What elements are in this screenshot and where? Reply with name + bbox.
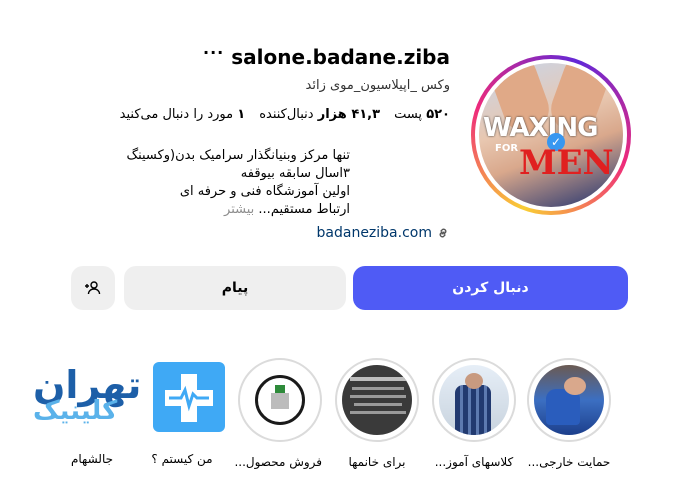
bio-line-1: تنها مرکز وبنیانگذار سرامیک بدن(وکسینگ — [126, 148, 350, 163]
add-person-icon — [85, 281, 101, 295]
avatar-text-for: FOR — [495, 143, 519, 154]
highlight-thumbnail — [534, 365, 604, 435]
highlight-thumbnail — [439, 365, 509, 435]
bio-line-4: ارتباط مستقیم... — [258, 202, 350, 217]
posts-label: پست — [394, 107, 423, 122]
stat-following[interactable]: ۱ مورد را دنبال می‌کنید — [120, 107, 246, 122]
medical-cross-icon — [153, 362, 225, 432]
profile-website-link[interactable]: badaneziba.com — [317, 225, 450, 241]
followers-label: دنبال‌کننده — [259, 107, 314, 122]
message-button[interactable]: پیام — [124, 266, 346, 310]
bio-line-2: ۳اسال سابقه بیوقفه — [240, 166, 350, 181]
website-url[interactable]: badaneziba.com — [317, 225, 432, 241]
highlight-label: کلاسهای آموز... — [434, 455, 514, 469]
highlight-thumbnail — [245, 365, 315, 435]
following-label: مورد را دنبال می‌کنید — [119, 107, 234, 122]
watermark-line-2: کلینیک — [33, 396, 118, 426]
tehran-clinic-watermark: تهران کلینیک — [15, 362, 230, 432]
following-count: ۱ — [237, 107, 246, 122]
highlight-thumbnail — [342, 365, 412, 435]
highlight-label: حمایت خارجی... — [527, 455, 611, 469]
highlight-item[interactable]: کلاسهای آموز... — [432, 358, 516, 469]
avatar-text-men: MEN — [519, 143, 614, 183]
profile-category: وکس _اپیلاسیون_موی زائد — [305, 78, 450, 93]
followers-count: ۴۱,۳ هزار — [317, 107, 381, 122]
highlight-label: من کیستم ؟ — [151, 452, 213, 466]
highlight-item[interactable]: برای خانمها — [335, 358, 419, 469]
highlight-item[interactable]: حمایت خارجی... — [527, 358, 611, 469]
follow-button[interactable]: دنبال کردن — [353, 266, 628, 310]
highlight-label: جالشهام — [70, 452, 114, 466]
ellipsis-icon[interactable]: ··· — [203, 43, 224, 62]
avatar-text-waxing: WAXING — [483, 113, 598, 143]
profile-avatar[interactable]: WAXING FOR ✓ MEN — [471, 55, 631, 215]
highlight-label: برای خانمها — [348, 455, 406, 469]
posts-count: ۵۲۰ — [426, 107, 450, 122]
highlight-item[interactable]: فروش محصول... — [234, 358, 322, 469]
bio-line-3: اولین آموزشگاه فنی و حرفه ای — [179, 184, 350, 199]
highlight-item[interactable]: من کیستم ؟ — [140, 435, 224, 466]
stat-posts: ۵۲۰ پست — [394, 107, 450, 122]
avatar-image: WAXING FOR ✓ MEN — [479, 63, 623, 207]
profile-stats: ۵۲۰ پست ۴۱,۳ هزار دنبال‌کننده ۱ مورد را … — [120, 107, 450, 122]
link-icon — [439, 228, 447, 238]
stat-followers[interactable]: ۴۱,۳ هزار دنبال‌کننده — [259, 107, 380, 122]
suggested-users-button[interactable] — [71, 266, 115, 310]
bio-more-link[interactable]: بیشتر — [224, 202, 254, 217]
highlight-label: فروش محصول... — [234, 455, 322, 469]
highlight-item[interactable]: جالشهام — [50, 435, 134, 466]
profile-bio: تنها مرکز وبنیانگذار سرامیک بدن(وکسینگ ۳… — [90, 147, 350, 219]
profile-username: salone.badane.ziba — [231, 45, 450, 69]
